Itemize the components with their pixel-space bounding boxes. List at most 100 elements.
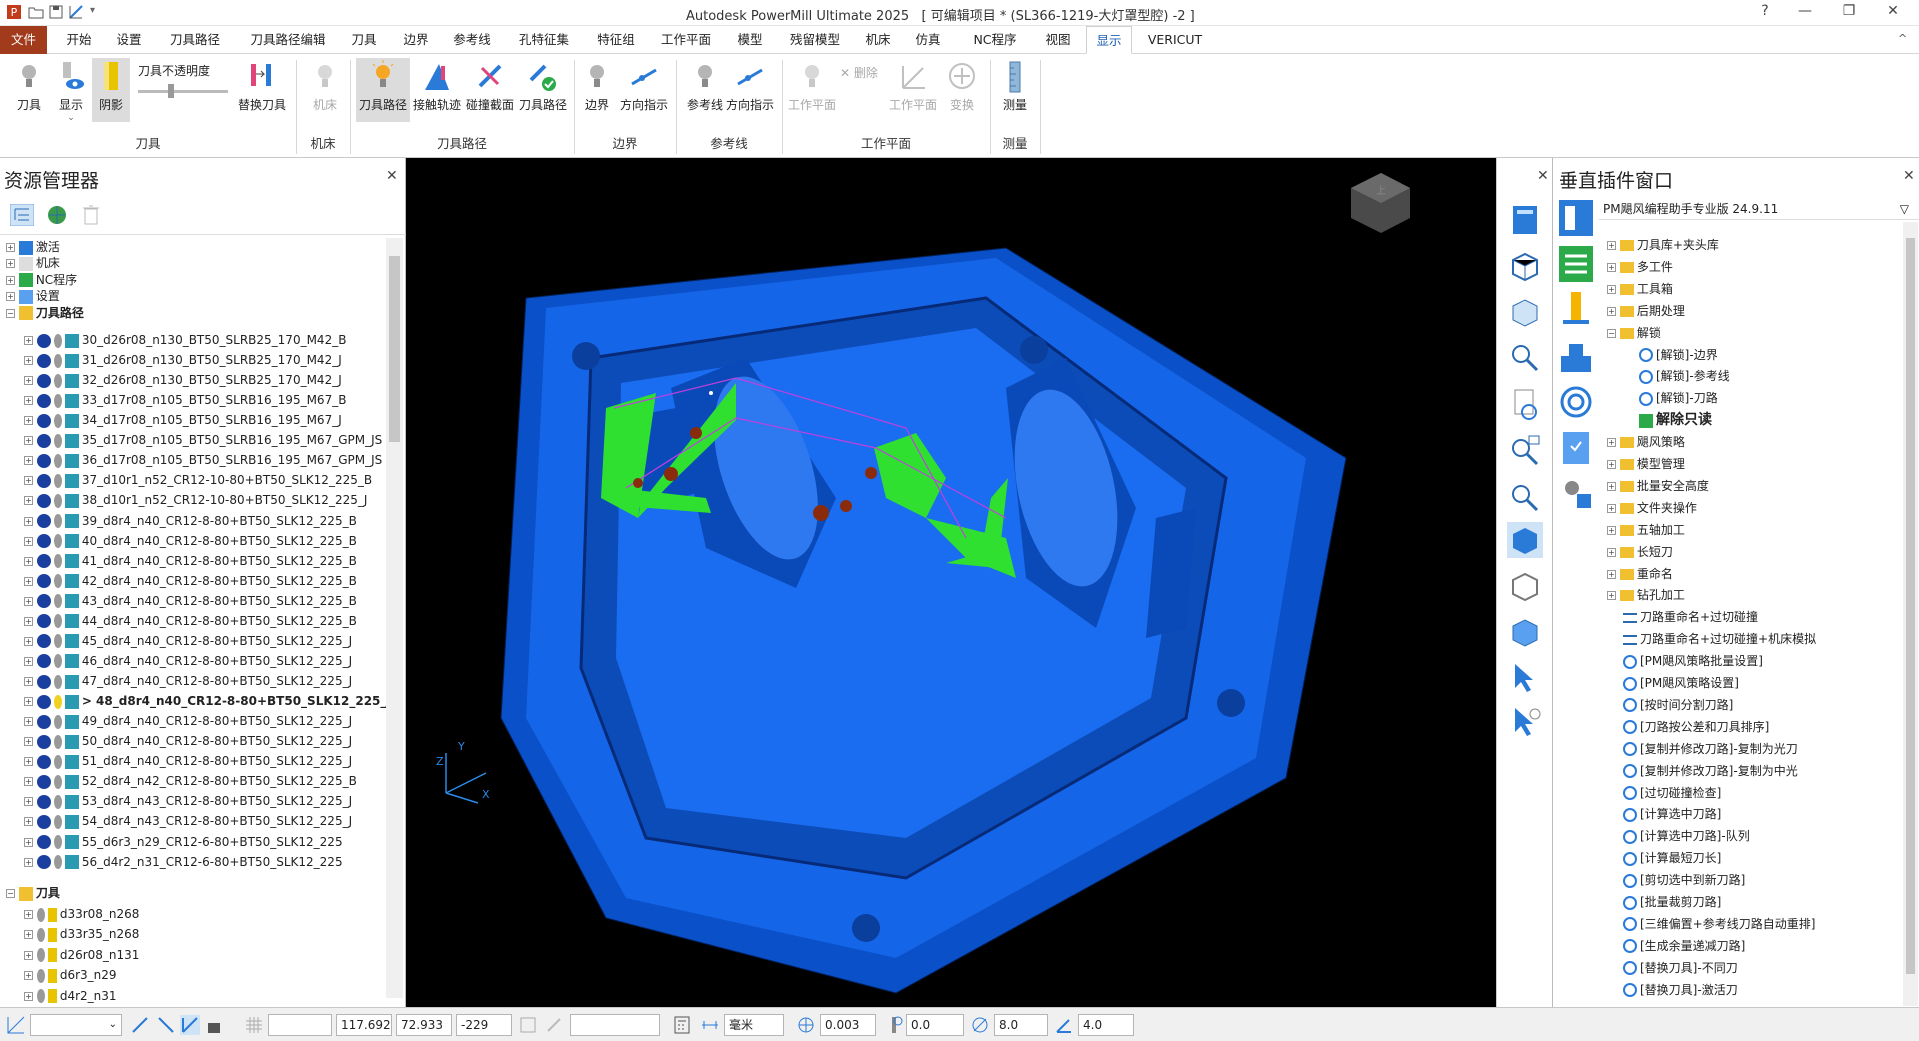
tab-workplane[interactable]: 工作平面: [652, 26, 720, 54]
plugin-version-dropdown[interactable]: PM飓风编程助手专业版 24.9.11 ▽: [1599, 198, 1919, 220]
tab-simulation[interactable]: 仿真: [906, 26, 950, 54]
snap-icon-1[interactable]: [130, 1015, 150, 1035]
bulb-icon[interactable]: [53, 353, 62, 368]
toolpath-item[interactable]: + 45_d8r4_n40_CR12-8-80+BT50_SLK12_225_J: [24, 632, 352, 651]
zoom-out-icon[interactable]: [1507, 478, 1543, 514]
layer-icon[interactable]: [204, 1015, 224, 1035]
tab-settings[interactable]: 设置: [107, 26, 151, 54]
tab-hole-feature[interactable]: 孔特征集: [508, 26, 580, 54]
bulb-icon[interactable]: [53, 574, 62, 589]
expand-toggle-icon[interactable]: +: [1607, 503, 1616, 513]
plugin-command-item[interactable]: [替换刀具]-激活刀: [1623, 981, 1738, 1000]
display-button[interactable]: 显示 ⌄: [54, 58, 88, 123]
explorer-close-icon[interactable]: ✕: [386, 168, 398, 184]
toolpath-item[interactable]: + 38_d10r1_n52_CR12-10-80+BT50_SLK12_225…: [24, 491, 367, 510]
check-circle-icon[interactable]: [36, 614, 51, 629]
expand-toggle-icon[interactable]: +: [24, 930, 33, 940]
expand-toggle-icon[interactable]: −: [1607, 328, 1616, 338]
globe-icon[interactable]: [46, 204, 68, 226]
bulb-icon[interactable]: [53, 453, 62, 468]
expand-toggle-icon[interactable]: +: [24, 336, 33, 345]
check-circle-icon[interactable]: [36, 734, 51, 749]
status-sketch-icon[interactable]: [6, 1015, 26, 1035]
check-circle-icon[interactable]: [36, 774, 51, 789]
plugin-folder[interactable]: + 长短刀: [1607, 543, 1673, 562]
expand-toggle-icon[interactable]: +: [24, 950, 33, 960]
collapse-ribbon-icon[interactable]: ^: [1898, 32, 1907, 45]
check-circle-icon[interactable]: [36, 754, 51, 769]
iso-view-icon[interactable]: [1507, 294, 1543, 330]
3d-viewport[interactable]: 上 Z Y X: [406, 158, 1496, 1007]
plugin-command-item[interactable]: [复制并修改刀路]-复制为光刀: [1623, 740, 1798, 759]
angle-icon[interactable]: [1054, 1015, 1074, 1035]
check-circle-icon[interactable]: [36, 835, 51, 849]
toolpath-item[interactable]: + 51_d8r4_n40_CR12-8-80+BT50_SLK12_225_J: [24, 752, 352, 771]
toolpath-item[interactable]: + 34_d17r08_n105_BT50_SLRB16_195_M67_J: [24, 411, 342, 430]
shaded-cube-icon[interactable]: [1507, 522, 1543, 558]
toolpath-item[interactable]: + 54_d8r4_n43_CR12-8-80+BT50_SLK12_225_J: [24, 812, 352, 831]
check-circle-icon[interactable]: [36, 855, 51, 870]
toolpath-display-button[interactable]: 刀具路径: [356, 58, 410, 122]
check-circle-icon[interactable]: [36, 674, 51, 689]
toolpath-item[interactable]: + 55_d6r3_n29_CR12-6-80+BT50_SLK12_225: [24, 833, 343, 852]
replace-tool-button[interactable]: 替换刀具: [236, 58, 288, 122]
expand-toggle-icon[interactable]: +: [24, 636, 33, 646]
expand-toggle-icon[interactable]: +: [6, 243, 15, 252]
expand-toggle-icon[interactable]: +: [24, 476, 33, 486]
expand-toggle-icon[interactable]: +: [6, 259, 15, 269]
toolpath-item[interactable]: + 44_d8r4_n40_CR12-8-80+BT50_SLK12_225_B: [24, 612, 357, 631]
expand-toggle-icon[interactable]: +: [24, 677, 33, 687]
zoom-icon[interactable]: [1507, 340, 1543, 376]
expand-toggle-icon[interactable]: +: [1607, 481, 1616, 491]
bulb-icon[interactable]: [53, 534, 62, 549]
link-icon[interactable]: [544, 1015, 564, 1035]
measure-button[interactable]: 测量: [998, 58, 1032, 122]
blank-field[interactable]: [570, 1014, 660, 1036]
plugin-folder[interactable]: + 重命名: [1607, 565, 1673, 584]
plugin-spiral-icon[interactable]: [1557, 382, 1595, 422]
plugin-command-item[interactable]: [三维偏置+参考线刀路自动重排]: [1623, 915, 1815, 934]
expand-toggle-icon[interactable]: +: [1607, 460, 1616, 469]
bulb-icon[interactable]: [53, 594, 62, 609]
check-circle-icon[interactable]: [36, 714, 51, 729]
wireframe-cube-icon[interactable]: [1507, 248, 1543, 284]
toolpath-item[interactable]: + 41_d8r4_n40_CR12-8-80+BT50_SLK12_225_B: [24, 552, 357, 571]
snap-icon-2[interactable]: [156, 1015, 176, 1035]
plugin-scrollbar[interactable]: [1903, 222, 1918, 1006]
view-fit-icon[interactable]: [1507, 202, 1543, 238]
cube-outline-icon[interactable]: [1507, 568, 1543, 604]
check-circle-icon[interactable]: [36, 814, 51, 829]
toolpath-check-button[interactable]: 刀具路径: [516, 58, 570, 122]
plugin-command-item[interactable]: [计算选中刀路]: [1623, 805, 1721, 824]
diameter-icon[interactable]: [970, 1015, 990, 1035]
toolbar-close-icon[interactable]: ✕: [1537, 168, 1549, 184]
tree-node-toolpath-folder[interactable]: − 刀具路径: [6, 304, 84, 323]
angle-field[interactable]: 4.0: [1078, 1014, 1134, 1036]
expand-toggle-icon[interactable]: +: [24, 356, 33, 366]
plugin-command-item[interactable]: [计算选中刀路]-队列: [1623, 827, 1750, 846]
check-circle-icon[interactable]: [36, 554, 51, 569]
tab-stock-model[interactable]: 残留模型: [780, 26, 850, 54]
tab-start[interactable]: 开始: [57, 26, 101, 54]
check-circle-icon[interactable]: [36, 413, 51, 428]
check-circle-icon[interactable]: [36, 333, 51, 348]
plugin-command-item[interactable]: [PM飓风策略设置]: [1623, 674, 1739, 693]
snap-icon-3[interactable]: [180, 1015, 200, 1035]
select-arrow-icon[interactable]: [1507, 660, 1543, 696]
toolpath-item[interactable]: + 39_d8r4_n40_CR12-8-80+BT50_SLK12_225_B: [24, 512, 357, 531]
tab-boundary[interactable]: 边界: [392, 26, 440, 54]
expand-toggle-icon[interactable]: +: [24, 436, 33, 446]
plugin-command-item[interactable]: [复制并修改刀路]-复制为中光: [1623, 762, 1798, 781]
contact-path-button[interactable]: 接触轨迹: [412, 58, 462, 122]
shade-button[interactable]: 阴影: [92, 58, 130, 122]
check-circle-icon[interactable]: [36, 694, 51, 709]
expand-toggle-icon[interactable]: +: [24, 376, 33, 386]
tab-feature-group[interactable]: 特征组: [588, 26, 644, 54]
expand-toggle-icon[interactable]: +: [24, 971, 33, 981]
tool-length-field[interactable]: 0.0: [906, 1014, 964, 1036]
tool-item[interactable]: + d33r35_n268: [24, 925, 139, 944]
quick-access-dropdown-icon[interactable]: ▾: [90, 5, 95, 16]
bulb-icon[interactable]: [36, 907, 45, 922]
tab-vericut[interactable]: VERICUT: [1142, 26, 1208, 54]
view-cube-icon[interactable]: 上: [1351, 173, 1410, 233]
